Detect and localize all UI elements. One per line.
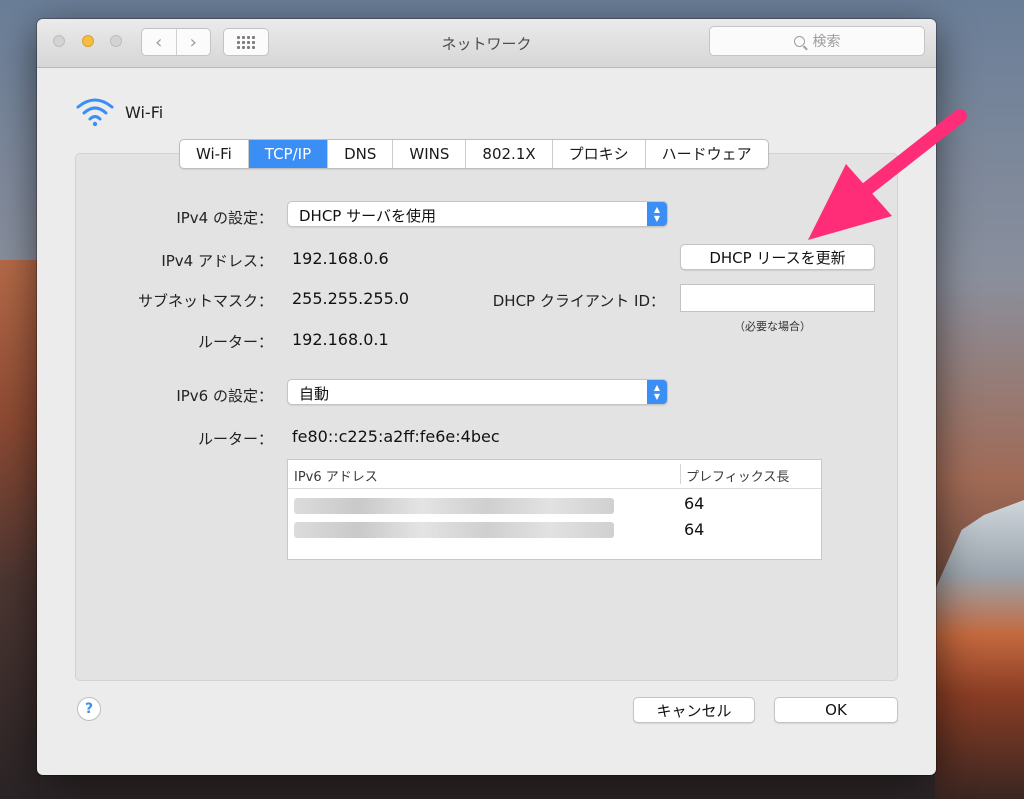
tab-hardware[interactable]: ハードウェア xyxy=(644,140,768,168)
ipv6-address-table: IPv6 アドレス プレフィックス長 64 64 xyxy=(287,459,822,560)
ipv4-router-label: ルーター： xyxy=(197,333,273,351)
ipv6-address-cell-redacted xyxy=(294,498,614,514)
renew-dhcp-lease-button[interactable]: DHCP リースを更新 xyxy=(680,244,875,270)
column-header-ipv6-address[interactable]: IPv6 アドレス xyxy=(294,466,378,485)
table-header: IPv6 アドレス プレフィックス長 xyxy=(288,460,821,489)
ipv4-address-label: IPv4 アドレス： xyxy=(161,252,273,270)
dhcp-client-id-label: DHCP クライアント ID： xyxy=(492,292,665,310)
help-button[interactable]: ? xyxy=(77,697,101,721)
title-bar: ‹ › ネットワーク 検索 xyxy=(37,19,936,68)
search-placeholder: 検索 xyxy=(812,34,841,50)
popup-stepper-icon: ▲ ▼ xyxy=(647,202,667,226)
ipv6-config-value: 自動 xyxy=(299,385,330,403)
tab-dns[interactable]: DNS xyxy=(327,140,392,168)
ipv4-address-value: 192.168.0.6 xyxy=(292,249,389,268)
ipv6-router-label: ルーター： xyxy=(197,430,273,448)
subnet-mask-value: 255.255.255.0 xyxy=(292,289,410,308)
wifi-icon xyxy=(76,98,114,127)
prefix-length-cell: 64 xyxy=(684,520,705,539)
column-divider xyxy=(680,464,681,484)
tab-wifi[interactable]: Wi-Fi xyxy=(180,140,248,168)
tab-bar: Wi-Fi TCP/IP DNS WINS 802.1X プロキシ ハードウェア xyxy=(179,139,769,169)
network-preferences-window: ‹ › ネットワーク 検索 Wi-Fi Wi-Fi TCP/IP DNS WIN… xyxy=(37,19,936,775)
dhcp-client-id-hint: （必要な場合） xyxy=(734,320,811,333)
desktop-wallpaper-right xyxy=(935,500,1024,799)
popup-stepper-icon: ▲ ▼ xyxy=(647,380,667,404)
ipv4-router-value: 192.168.0.1 xyxy=(292,330,389,349)
ipv4-config-value: DHCP サーバを使用 xyxy=(299,207,436,225)
ipv6-router-value: fe80::c225:a2ff:fe6e:4bec xyxy=(292,427,500,446)
tab-proxy[interactable]: プロキシ xyxy=(551,140,645,168)
prefix-length-cell: 64 xyxy=(684,494,705,513)
desktop-wallpaper-left xyxy=(0,260,40,799)
ipv4-config-label: IPv4 の設定： xyxy=(176,209,273,227)
search-field[interactable]: 検索 xyxy=(709,26,925,56)
ipv6-config-label: IPv6 の設定： xyxy=(176,387,273,405)
column-header-prefix-length[interactable]: プレフィックス長 xyxy=(686,466,789,485)
service-header: Wi-Fi xyxy=(75,97,163,127)
service-name: Wi-Fi xyxy=(125,102,164,122)
tab-8021x[interactable]: 802.1X xyxy=(465,140,551,168)
ipv6-config-popup[interactable]: 自動 ▲ ▼ xyxy=(287,379,668,405)
subnet-mask-label: サブネットマスク： xyxy=(137,292,273,310)
dhcp-client-id-field[interactable] xyxy=(680,284,875,312)
ok-button[interactable]: OK xyxy=(774,697,898,723)
tab-wins[interactable]: WINS xyxy=(392,140,465,168)
search-icon xyxy=(793,35,805,47)
tcpip-panel xyxy=(75,153,898,681)
ipv6-address-cell-redacted xyxy=(294,522,614,538)
tab-tcpip[interactable]: TCP/IP xyxy=(247,140,328,168)
cancel-button[interactable]: キャンセル xyxy=(633,697,755,723)
ipv4-config-popup[interactable]: DHCP サーバを使用 ▲ ▼ xyxy=(287,201,668,227)
